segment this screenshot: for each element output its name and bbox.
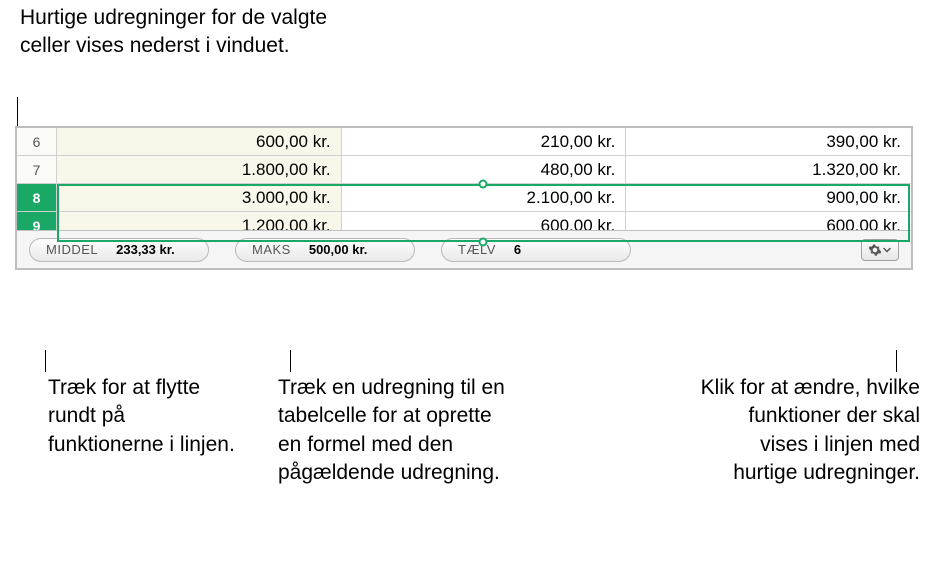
quick-calc-bar: MIDDEL 233,33 kr. MAKS 500,00 kr. TÆLV 6	[17, 230, 911, 268]
cell[interactable]: 3.000,00 kr.	[57, 184, 342, 212]
row-header[interactable]: 7	[17, 156, 57, 184]
cell[interactable]: 900,00 kr.	[626, 184, 911, 212]
leader-line	[896, 350, 897, 372]
calc-chip-taelv[interactable]: TÆLV 6	[441, 238, 631, 262]
annotation-top: Hurtige udregninger for de valgte celler…	[20, 4, 340, 61]
cell[interactable]: 210,00 kr.	[342, 128, 627, 156]
spreadsheet-table: 6 600,00 kr. 210,00 kr. 390,00 kr. 7 1.8…	[17, 128, 911, 240]
calc-chip-middel[interactable]: MIDDEL 233,33 kr.	[29, 238, 209, 262]
cell[interactable]: 600,00 kr.	[57, 128, 342, 156]
leader-line	[45, 350, 46, 372]
calc-chip-label: MAKS	[252, 242, 291, 257]
cell[interactable]: 390,00 kr.	[626, 128, 911, 156]
annotation-right: Klik for at ændre, hvilke funktioner der…	[700, 374, 920, 487]
calc-chip-label: TÆLV	[458, 242, 496, 257]
calc-settings-button[interactable]	[861, 239, 899, 261]
leader-line	[290, 350, 291, 372]
chevron-down-icon	[882, 245, 892, 255]
calc-chip-value: 6	[514, 242, 521, 257]
selection-handle[interactable]	[479, 180, 488, 189]
calc-chip-value: 500,00 kr.	[309, 242, 368, 257]
calc-chip-label: MIDDEL	[46, 242, 98, 257]
selection-handle[interactable]	[479, 238, 488, 247]
annotation-mid: Træk en udregning til en tabelcelle for …	[278, 374, 508, 487]
leader-line	[17, 97, 18, 127]
spreadsheet-panel: 6 600,00 kr. 210,00 kr. 390,00 kr. 7 1.8…	[15, 126, 913, 270]
row-header[interactable]: 8	[17, 184, 57, 212]
annotation-left: Træk for at flytte rundt på funktionerne…	[48, 374, 238, 459]
row-header[interactable]: 6	[17, 128, 57, 156]
calc-chip-maks[interactable]: MAKS 500,00 kr.	[235, 238, 415, 262]
cell[interactable]: 1.800,00 kr.	[57, 156, 342, 184]
cell[interactable]: 1.320,00 kr.	[626, 156, 911, 184]
gear-icon	[868, 243, 882, 257]
calc-chip-value: 233,33 kr.	[116, 242, 175, 257]
